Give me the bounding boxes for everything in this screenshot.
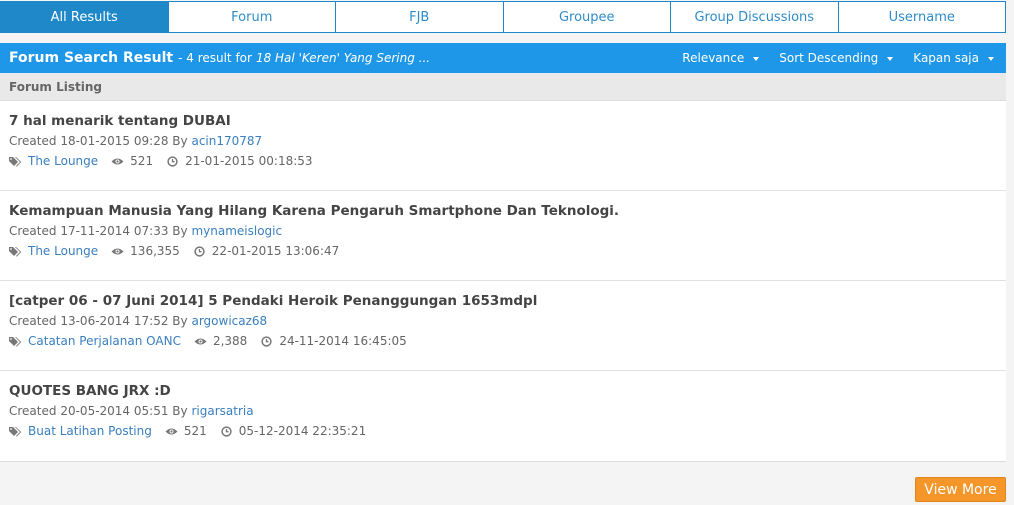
last-post: 05-12-2014 22:35:21 bbox=[220, 424, 366, 439]
results-count: - 4 result for bbox=[178, 51, 252, 65]
by-text: By bbox=[172, 224, 188, 238]
section-label: Forum Listing bbox=[0, 73, 1006, 101]
clock-icon bbox=[220, 425, 233, 438]
created-prefix: Created bbox=[9, 134, 57, 148]
filter-bar: Relevance Sort Descending Kapan saja bbox=[674, 43, 1006, 73]
created-date: 17-11-2014 07:33 bbox=[60, 224, 169, 238]
tab-forum[interactable]: Forum bbox=[167, 2, 336, 32]
sort-label: Sort Descending bbox=[779, 51, 879, 65]
author-link[interactable]: rigarsatria bbox=[191, 404, 253, 418]
views: 2,388 bbox=[194, 334, 247, 349]
list-item: Kemampuan Manusia Yang Hilang Karena Pen… bbox=[0, 191, 1006, 281]
caret-down-icon bbox=[753, 56, 760, 61]
views-count: 2,388 bbox=[212, 334, 248, 348]
time-dropdown[interactable]: Kapan saja bbox=[905, 43, 1006, 73]
thread-created: Created 13-06-2014 17:52 By argowicaz68 bbox=[9, 314, 997, 329]
created-date: 18-01-2015 09:28 bbox=[60, 134, 169, 148]
by-text: By bbox=[172, 404, 188, 418]
by-text: By bbox=[172, 134, 188, 148]
list-item: QUOTES BANG JRX :D Created 20-05-2014 05… bbox=[0, 371, 1006, 461]
clock-icon bbox=[193, 245, 206, 258]
views-count: 136,355 bbox=[130, 244, 180, 258]
sort-dropdown[interactable]: Sort Descending bbox=[771, 43, 905, 73]
search-tabs: All Results Forum FJB Groupee Group Disc… bbox=[0, 1, 1006, 33]
view-more-button[interactable]: View More bbox=[915, 477, 1006, 502]
tags-icon bbox=[9, 335, 22, 348]
tab-fjb[interactable]: FJB bbox=[335, 2, 503, 32]
tab-groupee[interactable]: Groupee bbox=[502, 2, 671, 32]
results-header: Forum Search Result - 4 result for 18 Ha… bbox=[0, 43, 1006, 73]
thread-title-link[interactable]: QUOTES BANG JRX :D bbox=[9, 383, 997, 399]
last-post-date: 21-01-2015 00:18:53 bbox=[185, 154, 313, 168]
thread-title-link[interactable]: 7 hal menarik tentang DUBAI bbox=[9, 113, 997, 129]
views-count: 521 bbox=[183, 424, 207, 438]
last-post: 22-01-2015 13:06:47 bbox=[193, 244, 339, 259]
created-date: 13-06-2014 17:52 bbox=[60, 314, 169, 328]
by-text: By bbox=[172, 314, 188, 328]
author-link[interactable]: mynameislogic bbox=[191, 224, 282, 238]
category-link[interactable]: Catatan Perjalanan OANC bbox=[28, 334, 181, 349]
views: 521 bbox=[165, 424, 207, 439]
tab-username[interactable]: Username bbox=[837, 2, 1006, 32]
created-prefix: Created bbox=[9, 224, 57, 238]
author-link[interactable]: argowicaz68 bbox=[191, 314, 267, 328]
views: 136,355 bbox=[111, 244, 180, 259]
thread-created: Created 20-05-2014 05:51 By rigarsatria bbox=[9, 404, 997, 419]
last-post-date: 22-01-2015 13:06:47 bbox=[211, 244, 340, 258]
relevance-label: Relevance bbox=[682, 51, 745, 65]
results-list: 7 hal menarik tentang DUBAI Created 18-0… bbox=[0, 101, 1006, 462]
author-link[interactable]: acin170787 bbox=[191, 134, 262, 148]
category-link[interactable]: The Lounge bbox=[28, 154, 98, 169]
thread-meta: Buat Latihan Posting 521 05-12-2014 22:3… bbox=[9, 424, 997, 439]
thread-title-link[interactable]: Kemampuan Manusia Yang Hilang Karena Pen… bbox=[9, 203, 997, 219]
last-post: 24-11-2014 16:45:05 bbox=[260, 334, 407, 349]
list-item: [catper 06 - 07 Juni 2014] 5 Pendaki Her… bbox=[0, 281, 1006, 371]
last-post: 21-01-2015 00:18:53 bbox=[166, 154, 313, 169]
thread-created: Created 17-11-2014 07:33 By mynameislogi… bbox=[9, 224, 997, 239]
clock-icon bbox=[260, 335, 273, 348]
thread-created: Created 18-01-2015 09:28 By acin170787 bbox=[9, 134, 997, 149]
results-title: Forum Search Result bbox=[9, 50, 174, 66]
clock-icon bbox=[166, 155, 179, 168]
created-prefix: Created bbox=[9, 314, 57, 328]
results-query: 18 Hal 'Keren' Yang Sering ... bbox=[255, 51, 431, 65]
tags-icon bbox=[9, 155, 22, 168]
eye-icon bbox=[194, 335, 207, 348]
eye-icon bbox=[111, 245, 124, 258]
last-post-date: 05-12-2014 22:35:21 bbox=[238, 424, 367, 438]
thread-meta: Catatan Perjalanan OANC 2,388 24-11-2014… bbox=[9, 334, 997, 349]
views: 521 bbox=[111, 154, 153, 169]
tab-group-discussions[interactable]: Group Discussions bbox=[670, 2, 838, 32]
tags-icon bbox=[9, 245, 22, 258]
thread-title-link[interactable]: [catper 06 - 07 Juni 2014] 5 Pendaki Her… bbox=[9, 293, 997, 309]
relevance-dropdown[interactable]: Relevance bbox=[674, 43, 771, 73]
category-link[interactable]: The Lounge bbox=[28, 244, 98, 259]
last-post-date: 24-11-2014 16:45:05 bbox=[279, 334, 407, 348]
list-item: 7 hal menarik tentang DUBAI Created 18-0… bbox=[0, 101, 1006, 191]
thread-meta: The Lounge 521 21-01-2015 00:18:53 bbox=[9, 154, 997, 169]
eye-icon bbox=[165, 425, 178, 438]
tab-all-results[interactable]: All Results bbox=[1, 2, 168, 32]
created-date: 20-05-2014 05:51 bbox=[60, 404, 169, 418]
created-prefix: Created bbox=[9, 404, 57, 418]
caret-down-icon bbox=[887, 56, 894, 61]
views-count: 521 bbox=[130, 154, 154, 168]
time-label: Kapan saja bbox=[913, 51, 979, 65]
tags-icon bbox=[9, 425, 22, 438]
category-link[interactable]: Buat Latihan Posting bbox=[28, 424, 152, 439]
eye-icon bbox=[111, 155, 124, 168]
thread-meta: The Lounge 136,355 22-01-2015 13:06:47 bbox=[9, 244, 997, 259]
caret-down-icon bbox=[988, 56, 994, 61]
